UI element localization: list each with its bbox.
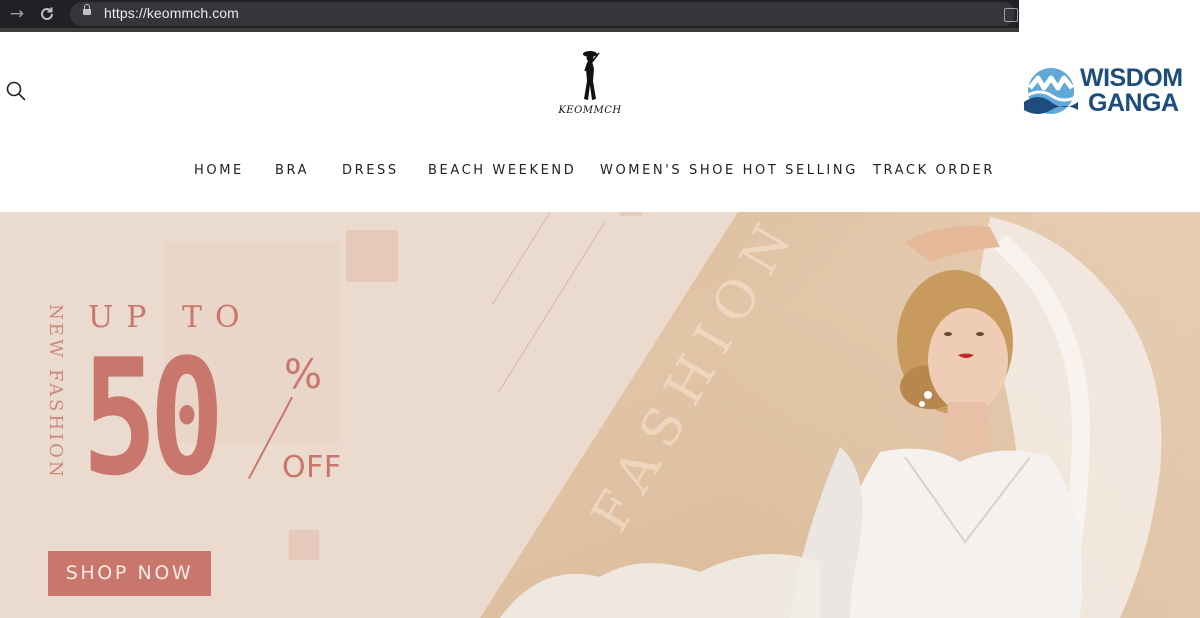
hero-off: OFF: [282, 450, 342, 485]
forward-arrow-icon[interactable]: →: [6, 4, 28, 24]
nav-item-womens-shoe[interactable]: WOMEN'S SHOE HOT SELLING: [600, 163, 858, 178]
nav-item-track-order[interactable]: TRACK ORDER: [873, 163, 995, 178]
logo-text: KEOMMCH: [558, 105, 622, 116]
vertical-tagline: NEW FASHION: [45, 304, 66, 480]
share-icon[interactable]: [1004, 8, 1018, 22]
nav-item-bra[interactable]: BRA: [275, 163, 309, 178]
hero-percent: %: [284, 352, 323, 398]
search-icon[interactable]: [6, 81, 26, 101]
shop-now-button[interactable]: SHOP NOW: [48, 551, 211, 596]
toolbar-divider: [0, 28, 1019, 32]
wisdom-ganga-watermark: WISDOM GANGA: [1022, 62, 1200, 124]
reload-icon[interactable]: [36, 4, 58, 24]
main-nav: HOME BRA DRESS BEACH WEEKEND WOMEN'S SHO…: [0, 163, 1200, 185]
url-text[interactable]: https://keommch.com: [104, 5, 239, 21]
address-bar[interactable]: https://keommch.com: [70, 2, 1018, 26]
watermark-text: WISDOM GANGA: [1080, 66, 1183, 116]
browser-toolbar: → https://keommch.com: [0, 0, 1019, 28]
hero-banner[interactable]: FASHION NEW FASHION UP TO 50 % OFF SHOP …: [0, 212, 1200, 618]
hero-discount-amount: 50: [82, 324, 224, 511]
watermark-line2: GANGA: [1088, 89, 1179, 117]
logo-figure-icon: [583, 51, 600, 100]
nav-item-dress[interactable]: DRESS: [342, 163, 399, 178]
nav-item-home[interactable]: HOME: [194, 163, 244, 178]
watermark-logo-icon: [1024, 68, 1079, 114]
lock-icon[interactable]: [83, 4, 91, 15]
watermark-line1: WISDOM: [1080, 64, 1183, 92]
store-logo[interactable]: KEOMMCH: [555, 47, 625, 123]
nav-item-beach-weekend[interactable]: BEACH WEEKEND: [428, 163, 576, 178]
